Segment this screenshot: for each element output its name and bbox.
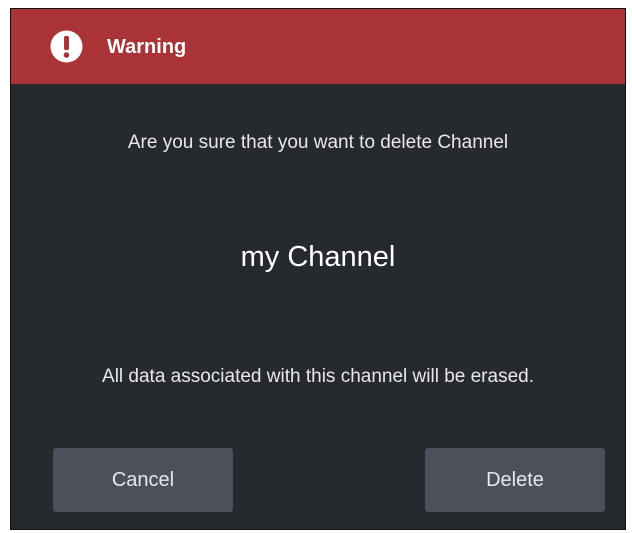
channel-name: my Channel — [240, 241, 396, 273]
delete-button[interactable]: Delete — [425, 448, 605, 512]
dialog-titlebar: Warning — [11, 9, 625, 84]
confirm-message: Are you sure that you want to delete Cha… — [127, 132, 509, 153]
exclamation-circle-icon — [50, 30, 83, 63]
erase-warning-message: All data associated with this channel wi… — [102, 366, 534, 387]
dialog-title: Warning — [107, 36, 187, 58]
warning-dialog: Warning Are you sure that you want to de… — [10, 8, 626, 530]
cancel-button[interactable]: Cancel — [53, 448, 233, 512]
